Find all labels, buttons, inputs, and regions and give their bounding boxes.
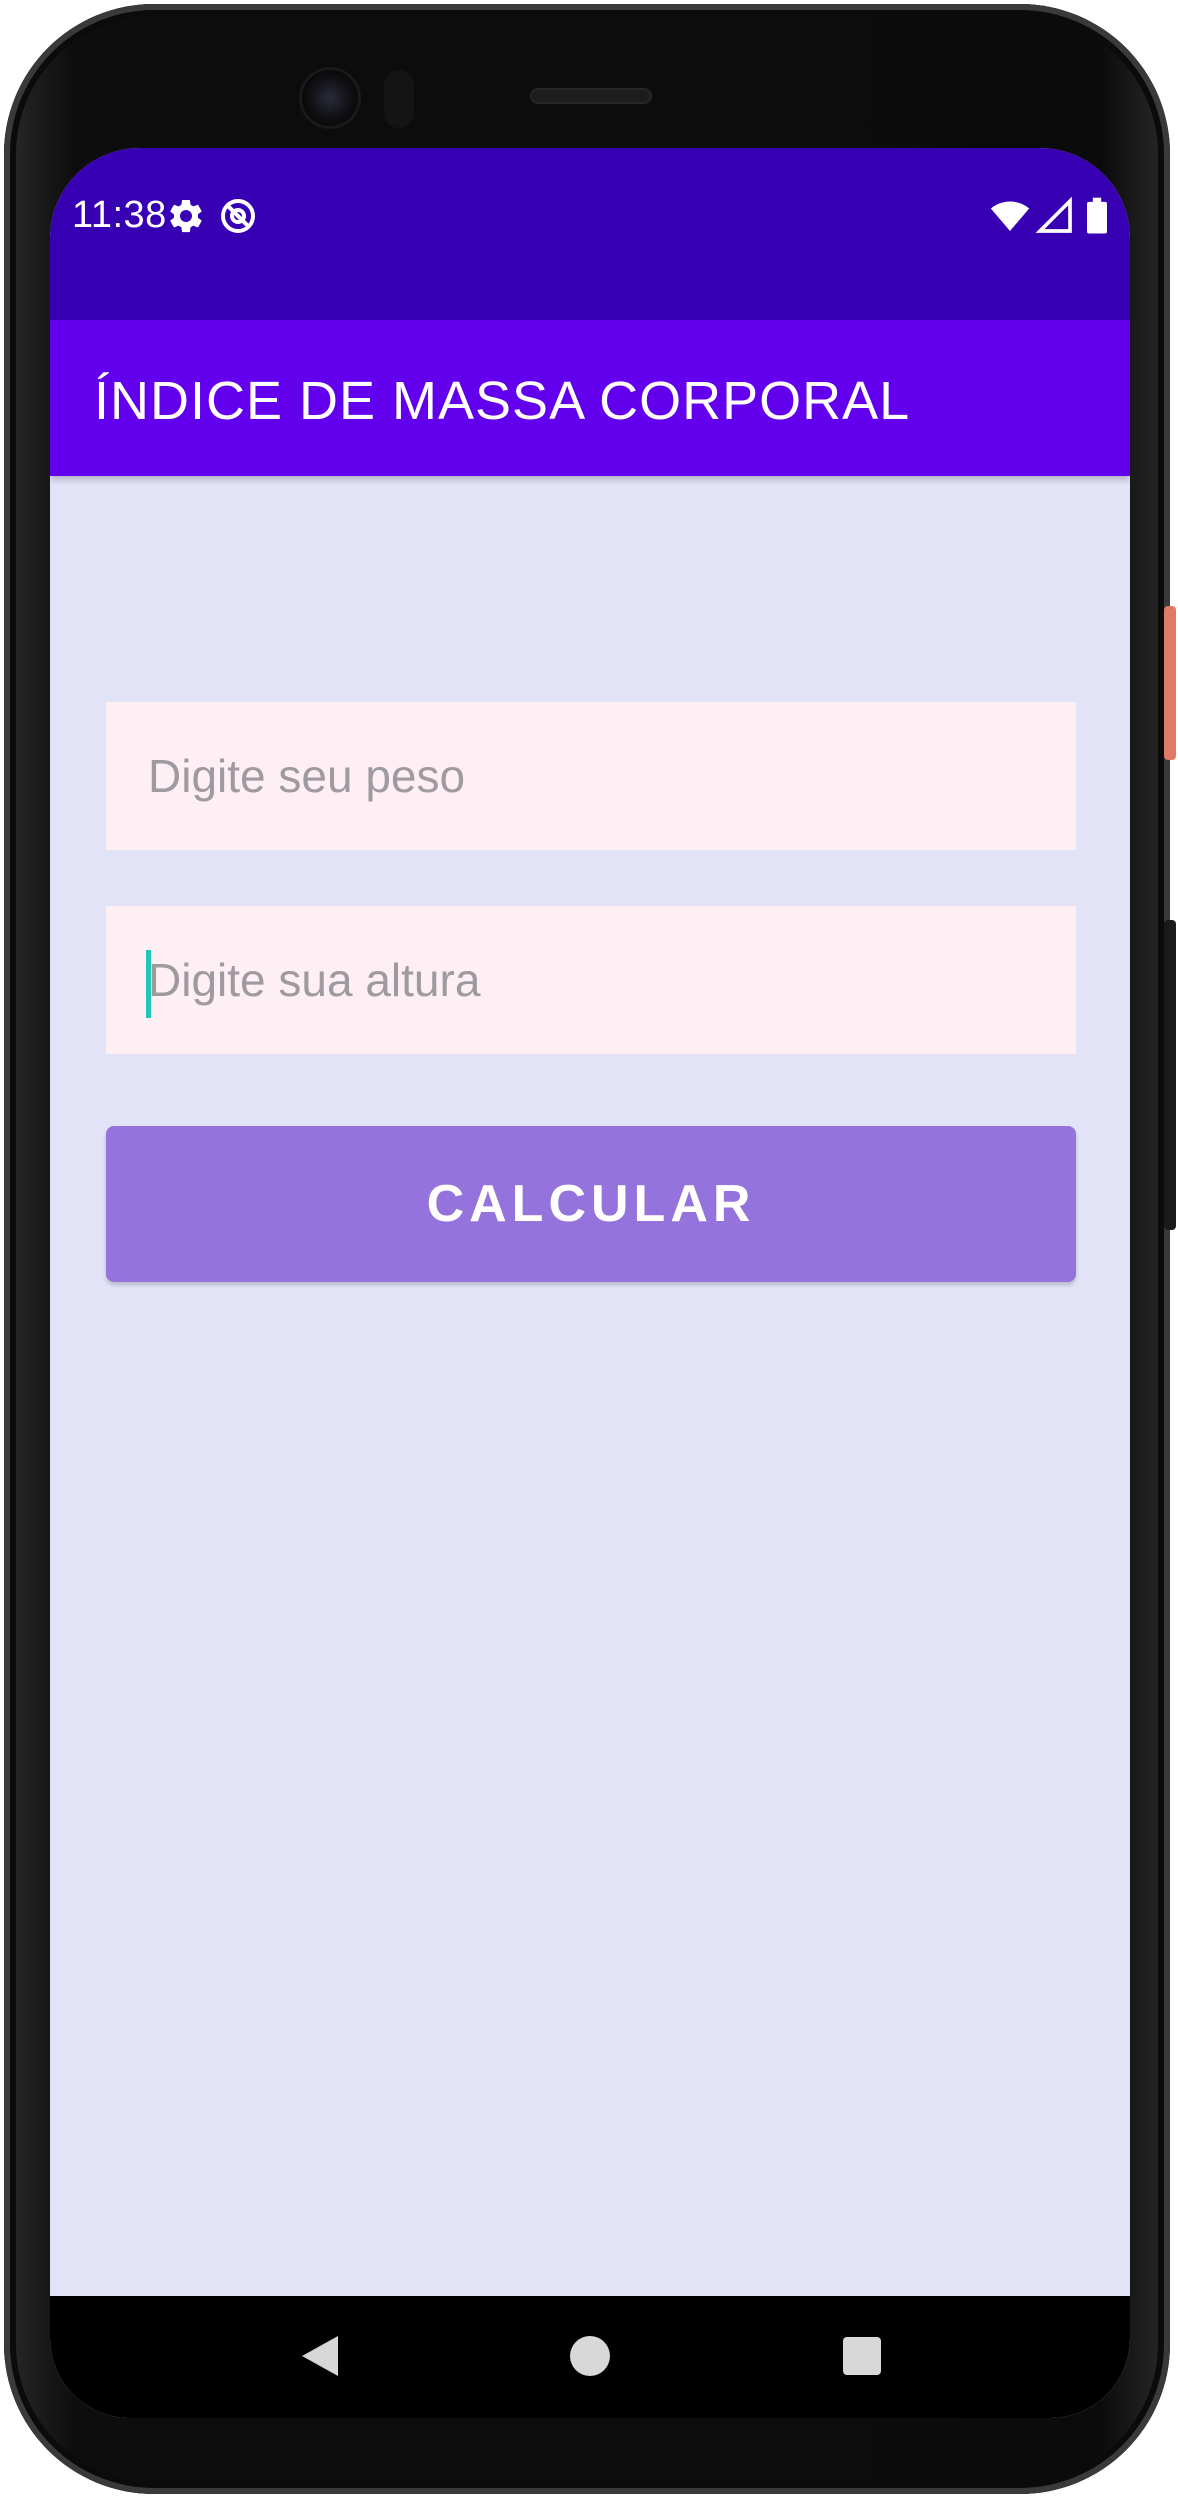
wifi-icon	[990, 201, 1030, 231]
height-input[interactable]	[106, 906, 1076, 1054]
settings-icon	[170, 199, 202, 233]
screen: 11:38 ÍNDICE DE MASSA CORPORAL Digite se…	[50, 148, 1130, 2418]
navigation-bar	[50, 2296, 1130, 2418]
power-button	[1164, 606, 1176, 760]
battery-icon	[1087, 197, 1107, 234]
app-title: ÍNDICE DE MASSA CORPORAL	[94, 371, 911, 431]
back-button[interactable]	[280, 2316, 360, 2396]
front-camera	[302, 70, 358, 126]
proximity-sensor	[384, 70, 414, 128]
phone-frame: 11:38 ÍNDICE DE MASSA CORPORAL Digite se…	[4, 4, 1170, 2494]
volume-rocker	[1164, 920, 1176, 1230]
calculate-button[interactable]: CALCULAR	[106, 1126, 1076, 1282]
status-time: 11:38	[72, 194, 167, 236]
at-icon	[221, 199, 255, 233]
app-bar: ÍNDICE DE MASSA CORPORAL	[50, 320, 1130, 476]
recents-icon	[843, 2337, 881, 2375]
home-icon	[570, 2336, 610, 2376]
back-icon	[302, 2336, 338, 2376]
earpiece-speaker	[530, 88, 652, 104]
main-content: CALCULAR	[50, 476, 1130, 2296]
text-cursor	[146, 950, 151, 1018]
status-bar: 11:38	[50, 148, 1130, 320]
recents-button[interactable]	[822, 2316, 902, 2396]
home-button[interactable]	[550, 2316, 630, 2396]
signal-icon	[1035, 196, 1072, 233]
weight-input[interactable]	[106, 702, 1076, 850]
